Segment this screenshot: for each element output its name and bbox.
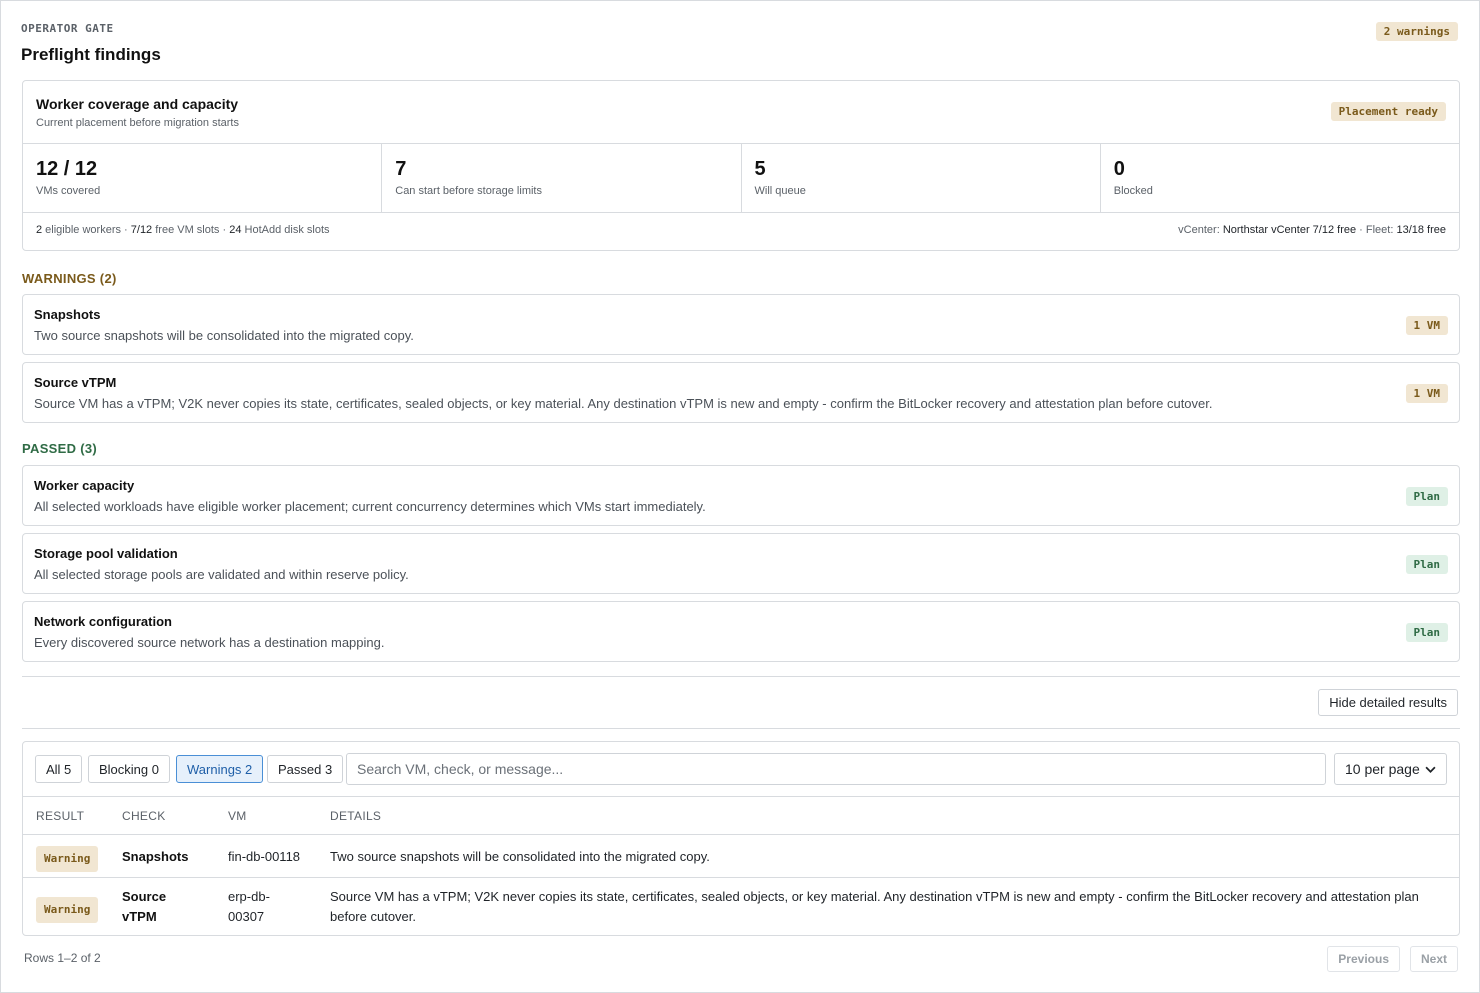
result-cell: Warning [36, 897, 99, 923]
table-row: Warning Snapshots fin-db-00118 Two sourc… [23, 835, 1459, 878]
filter-blocking[interactable]: Blocking 0 [88, 755, 170, 783]
finding-badge: Plan [1405, 555, 1448, 574]
capacity-card: Worker coverage and capacity Current pla… [22, 80, 1460, 251]
stat-value: 0 [1113, 158, 1125, 180]
worker-summary: 2 eligible workers · 7/12 free VM slots … [36, 224, 330, 236]
check-cell: Source vTPM [122, 889, 167, 924]
stat-will-queue: 5 Will queue [742, 144, 1101, 212]
table-row: Warning Source vTPM erp-db-00307 Source … [23, 878, 1459, 936]
fleet-value: 13/18 free [1396, 224, 1446, 236]
vcenter-summary: vCenter: Northstar vCenter 7/12 free · F… [1178, 224, 1446, 236]
vm-cell: erp-db-00307 [228, 889, 270, 924]
warnings-count-badge: 2 warnings [1375, 22, 1458, 41]
rows-info: Rows 1–2 of 2 [24, 951, 101, 965]
results-search-input[interactable] [346, 753, 1326, 785]
stat-label: VMs covered [36, 185, 101, 197]
filter-passed[interactable]: Passed 3 [267, 755, 344, 783]
placement-status-badge: Placement ready [1330, 102, 1446, 121]
column-header-details: DETAILS [330, 809, 382, 823]
finding-description: Two source snapshots will be consolidate… [34, 328, 414, 343]
result-badge: Warning [36, 846, 99, 872]
vm-cell: fin-db-00118 [228, 849, 301, 864]
warnings-heading: WARNINGS (2) [22, 271, 117, 286]
next-page-button[interactable]: Next [1409, 946, 1458, 972]
finding-badge: Plan [1405, 623, 1448, 642]
finding-title: Network configuration [34, 614, 172, 629]
finding-badge: Plan [1405, 487, 1448, 506]
stat-label: Blocked [1113, 185, 1153, 197]
free-vm-slots: 7/12 [130, 224, 153, 236]
details-cell: Source VM has a vTPM; V2K never copies i… [330, 889, 1419, 924]
finding-title: Snapshots [34, 307, 101, 322]
section-eyebrow: OPERATOR GATE [21, 22, 114, 35]
stat-label: Will queue [754, 185, 806, 197]
finding-description: All selected storage pools are validated… [34, 567, 409, 582]
preflight-panel: OPERATOR GATE Preflight findings 2 warni… [0, 0, 1480, 993]
per-page-value: 10 per page [1345, 761, 1420, 777]
check-cell: Snapshots [122, 849, 189, 864]
hide-detailed-results-button[interactable]: Hide detailed results [1318, 689, 1458, 716]
filter-all[interactable]: All 5 [35, 755, 83, 783]
divider [22, 728, 1460, 729]
fleet-label: · Fleet: [1356, 224, 1397, 236]
column-header-result: RESULT [36, 809, 85, 823]
filter-warnings[interactable]: Warnings 2 [176, 755, 264, 783]
eligible-workers-label: eligible workers · [42, 224, 131, 236]
vcenter-label: vCenter: [1178, 224, 1223, 236]
vcenter-value: Northstar vCenter 7/12 free [1222, 224, 1357, 236]
passed-heading: PASSED (3) [22, 441, 97, 456]
finding-description: Every discovered source network has a de… [34, 635, 385, 650]
finding-description: Source VM has a vTPM; V2K never copies i… [34, 396, 1213, 411]
capacity-subtitle: Current placement before migration start… [36, 117, 239, 129]
finding-title: Worker capacity [34, 478, 135, 493]
finding-network-config: Network configuration Every discovered s… [22, 601, 1460, 662]
stat-value: 7 [395, 158, 407, 180]
results-panel: All 5 Blocking 0 Warnings 2 Passed 3 10 … [22, 741, 1460, 936]
stat-label: Can start before storage limits [395, 185, 542, 197]
per-page-select[interactable]: 10 per page [1334, 753, 1447, 785]
stat-vms-covered: 12 / 12 VMs covered [23, 144, 383, 212]
details-cell: Two source snapshots will be consolidate… [330, 849, 710, 864]
capacity-title: Worker coverage and capacity [36, 96, 239, 112]
hotadd-slots: 24 [229, 224, 242, 236]
column-header-vm: VM [228, 809, 247, 823]
stat-can-start: 7 Can start before storage limits [382, 144, 742, 212]
hotadd-slots-label: HotAdd disk slots [241, 224, 330, 236]
stat-value: 12 / 12 [36, 158, 98, 180]
free-vm-slots-label: free VM slots · [152, 224, 230, 236]
results-toolbar: All 5 Blocking 0 Warnings 2 Passed 3 10 … [23, 742, 1459, 797]
finding-worker-capacity: Worker capacity All selected workloads h… [22, 465, 1460, 526]
finding-storage-pool: Storage pool validation All selected sto… [22, 533, 1460, 594]
result-cell: Warning [36, 846, 99, 872]
stat-value: 5 [754, 158, 766, 180]
finding-badge: 1 VM [1405, 316, 1448, 335]
finding-description: All selected workloads have eligible wor… [34, 499, 706, 514]
column-header-check: CHECK [122, 809, 166, 823]
chevron-down-icon [1425, 766, 1436, 773]
result-badge: Warning [36, 897, 99, 923]
page-title: Preflight findings [21, 45, 161, 64]
stat-blocked: 0 Blocked [1101, 144, 1459, 212]
finding-source-vtpm: Source vTPM Source VM has a vTPM; V2K ne… [22, 362, 1460, 423]
finding-title: Source vTPM [34, 375, 117, 390]
divider [22, 676, 1460, 677]
capacity-stats: 12 / 12 VMs covered 7 Can start before s… [23, 144, 1459, 213]
finding-badge: 1 VM [1405, 384, 1448, 403]
table-header: RESULT CHECK VM DETAILS [23, 797, 1459, 835]
finding-snapshots: Snapshots Two source snapshots will be c… [22, 294, 1460, 355]
capacity-card-header: Worker coverage and capacity Current pla… [23, 81, 1459, 144]
previous-page-button[interactable]: Previous [1327, 946, 1400, 972]
finding-title: Storage pool validation [34, 546, 178, 561]
